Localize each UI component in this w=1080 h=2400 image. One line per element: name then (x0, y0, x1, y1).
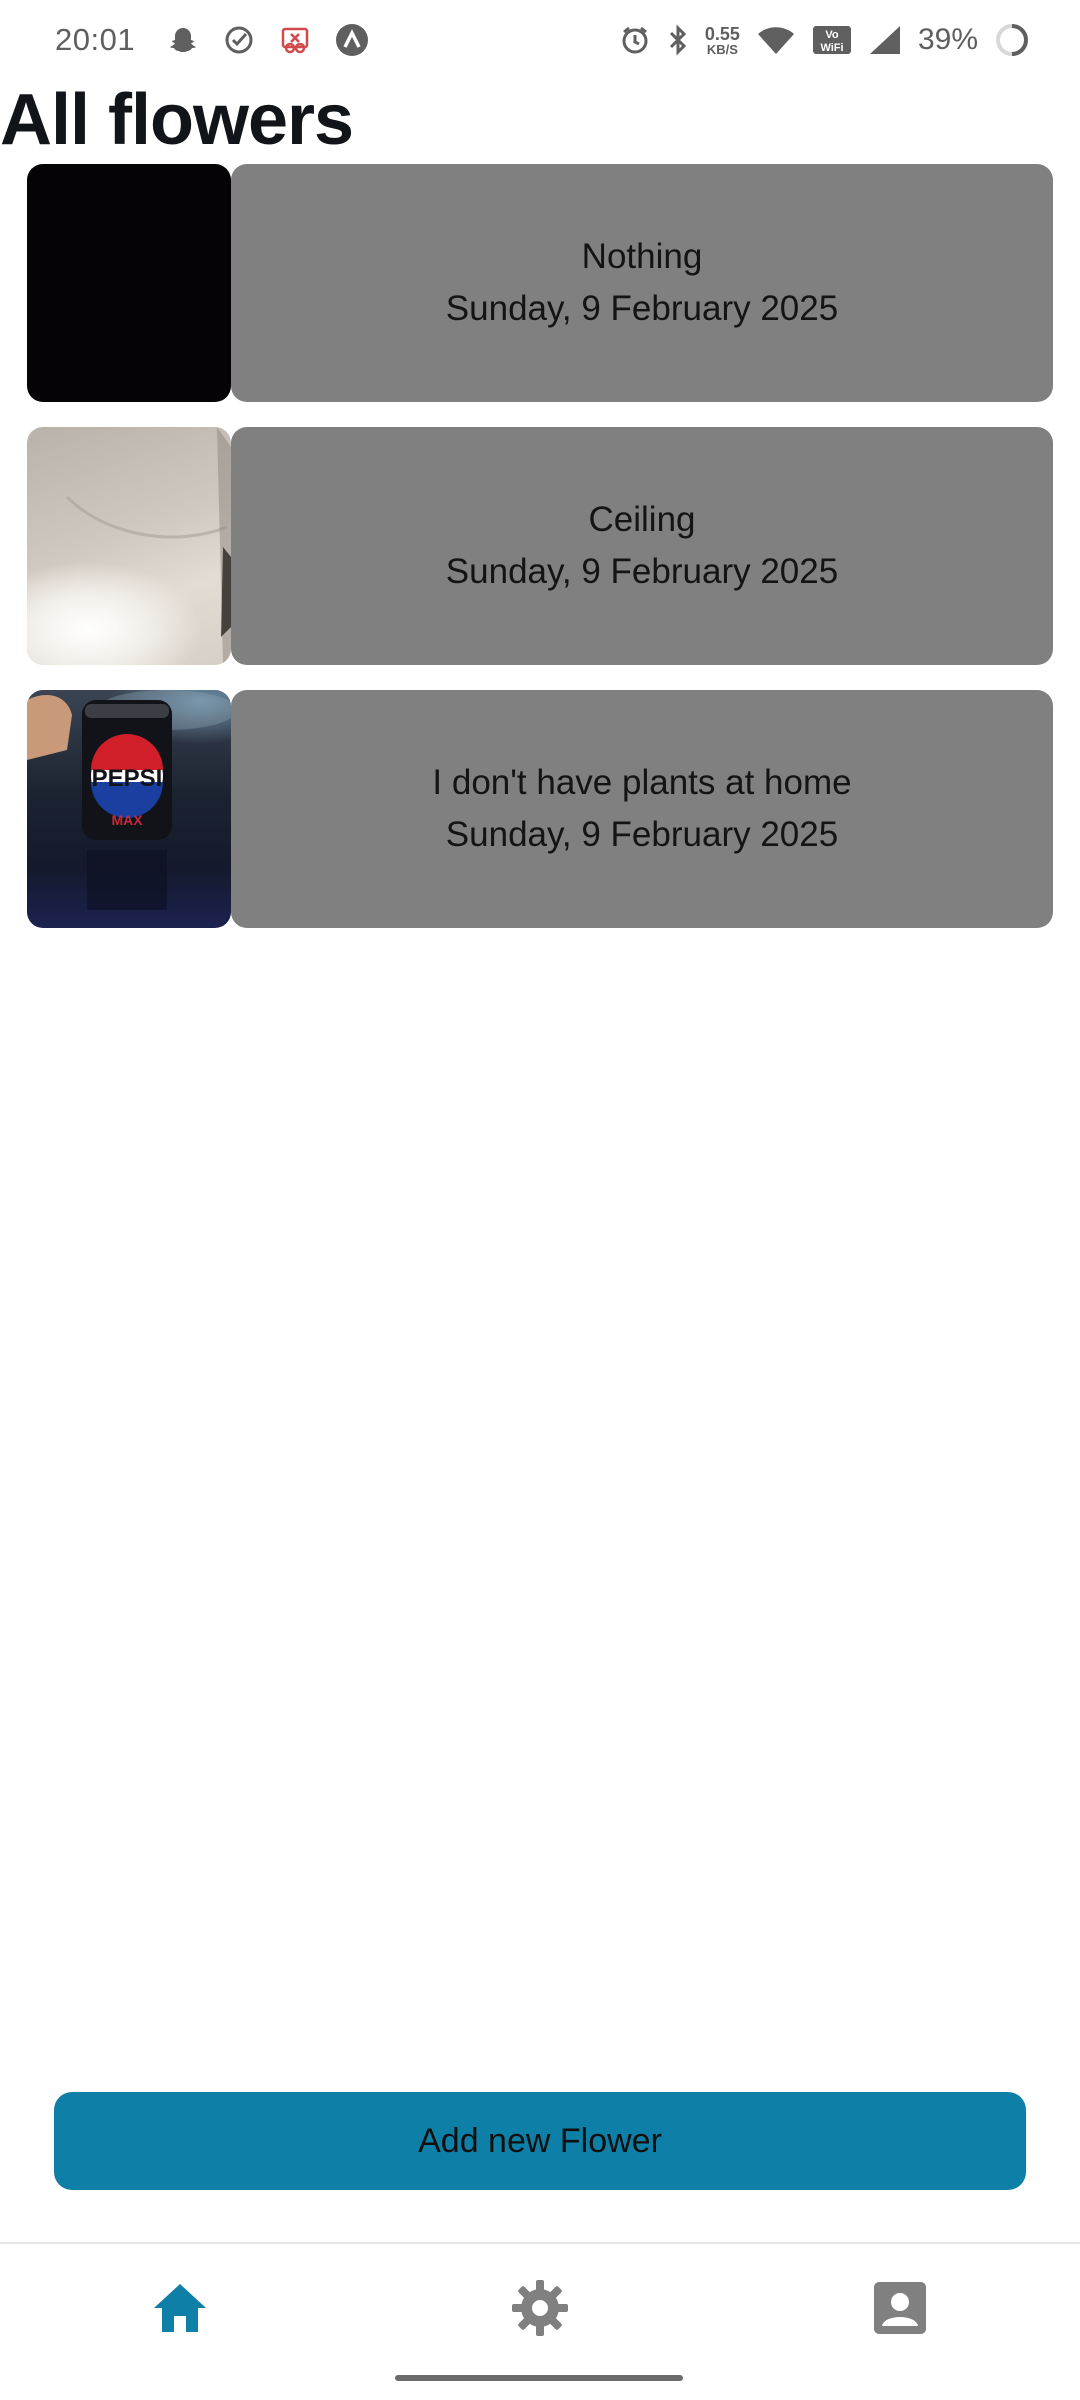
flower-date: Sunday, 9 February 2025 (445, 552, 839, 591)
alarm-icon (619, 24, 651, 56)
svg-text:WiFi: WiFi (820, 42, 843, 54)
network-speed: 0.55 KB/S (705, 25, 740, 56)
svg-text:Vo: Vo (825, 29, 839, 41)
network-speed-value: 0.55 (704, 23, 740, 44)
vowifi-icon: Vo WiFi (812, 24, 852, 56)
nav-account[interactable] (860, 2270, 940, 2350)
flower-name: I don't have plants at home (432, 763, 852, 802)
nav-settings[interactable] (500, 2270, 580, 2350)
pepsi-variant-text: MAX (111, 812, 143, 828)
status-bar: 20:01 0.55 KB/S Vo WiFi 39% (0, 0, 1080, 80)
nav-home[interactable] (140, 2270, 220, 2350)
bluetooth-icon (667, 24, 689, 56)
status-time: 20:01 (55, 22, 136, 57)
add-flower-button[interactable]: Add new Flower (54, 2092, 1026, 2190)
app-screen: 20:01 0.55 KB/S Vo WiFi 39% All flowers … (0, 0, 1080, 2400)
flower-thumbnail: PEPSI MAX (27, 690, 231, 928)
wifi-icon (756, 24, 796, 56)
flower-list-item[interactable]: Nothing Sunday, 9 February 2025 (27, 164, 1053, 402)
flower-card[interactable]: I don't have plants at home Sunday, 9 Fe… (231, 690, 1053, 928)
flower-date: Sunday, 9 February 2025 (445, 289, 839, 328)
flower-card[interactable]: Nothing Sunday, 9 February 2025 (231, 164, 1053, 402)
flower-name: Ceiling (588, 500, 696, 539)
flower-card[interactable]: Ceiling Sunday, 9 February 2025 (231, 427, 1053, 665)
flower-list-item[interactable]: Ceiling Sunday, 9 February 2025 (27, 427, 1053, 665)
home-icon (150, 2280, 210, 2341)
arc-icon (335, 23, 369, 57)
battery-percent: 39% (917, 23, 978, 56)
network-speed-unit: KB/S (706, 41, 738, 57)
account-icon (872, 2280, 928, 2341)
snapchat-icon (167, 24, 199, 56)
pepsi-brand-text: PEPSI (92, 765, 163, 792)
check-circle-icon (223, 24, 255, 56)
bottom-nav (0, 2242, 1080, 2364)
screen-record-icon (279, 24, 311, 56)
flower-date: Sunday, 9 February 2025 (445, 815, 839, 854)
settings-icon (510, 2278, 570, 2343)
flower-thumbnail (27, 164, 231, 402)
flower-list-item[interactable]: PEPSI MAX I don't have plants at home Su… (27, 690, 1053, 928)
battery-ring-icon (994, 22, 1030, 58)
page-title: All flowers (0, 80, 354, 160)
home-indicator[interactable] (395, 2375, 683, 2381)
flower-thumbnail (27, 427, 231, 665)
cell-signal-icon (868, 24, 902, 56)
flower-name: Nothing (581, 237, 703, 276)
